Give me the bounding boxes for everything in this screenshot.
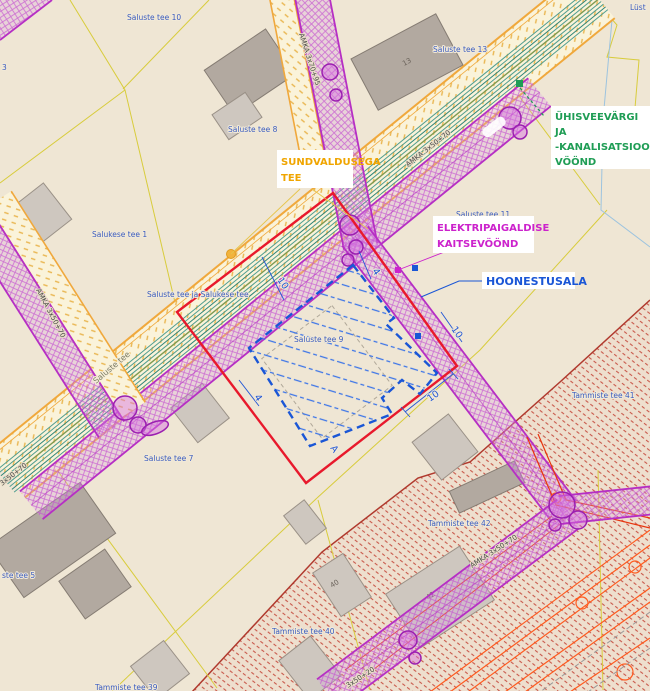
blue-point (412, 265, 418, 271)
zone-label-elekter: ELEKTRIPAIGALDISE KAITSEVÖÖND (433, 216, 549, 253)
parcel-label: Tammiste tee 41 (571, 391, 635, 400)
parcel-label: Tammiste tee 42 (427, 519, 491, 528)
map-canvas: 13 40 42 (0, 0, 650, 691)
parcel-label: Saluste tee 9 (294, 335, 344, 344)
zone-label-hoonestus: HOONESTUSALA (482, 272, 587, 289)
blue-point (415, 333, 421, 339)
parcel-label: Lüst (630, 3, 646, 12)
zone-label-text: KAITSEVÖÖND (437, 236, 518, 250)
zone-label-text: ÜHISVEEVÄRGI (555, 109, 638, 123)
parcel-label: Saluste tee ja Salukese tee (147, 290, 249, 299)
parcel-label: Salukese tee 1 (92, 230, 147, 239)
detail-plan-map: 13 40 42 (0, 0, 650, 691)
parcel-label: Tammiste tee 40 (271, 627, 335, 636)
parcel-label: Saluste tee 8 (228, 125, 278, 134)
parcel-label: ste tee 5 (2, 571, 35, 580)
zone-label-veevark: ÜHISVEEVÄRGI JA -KANALISATSIOONI VÖÖND (551, 106, 650, 169)
zone-label-text: SUNDVALDUSEGA (281, 157, 381, 168)
zone-label-text: VÖÖND (555, 154, 596, 168)
zone-label-text: -KANALISATSIOONI (555, 142, 650, 153)
parcel-label: Saluste tee 10 (127, 13, 181, 22)
zone-label-text: TEE (281, 173, 302, 184)
water-zone-point (516, 80, 523, 87)
zone-label-text: HOONESTUSALA (486, 275, 587, 288)
parcel-label: Tammiste tee 39 (94, 683, 158, 691)
parcel-label: Saluste tee 7 (144, 454, 194, 463)
zone-label-text: ELEKTRIPAIGALDISE (437, 223, 549, 234)
zone-label-text: JA (554, 127, 567, 138)
parcel-label: Saluste tee 13 (433, 45, 487, 54)
parcel-label: 3 (2, 63, 7, 72)
